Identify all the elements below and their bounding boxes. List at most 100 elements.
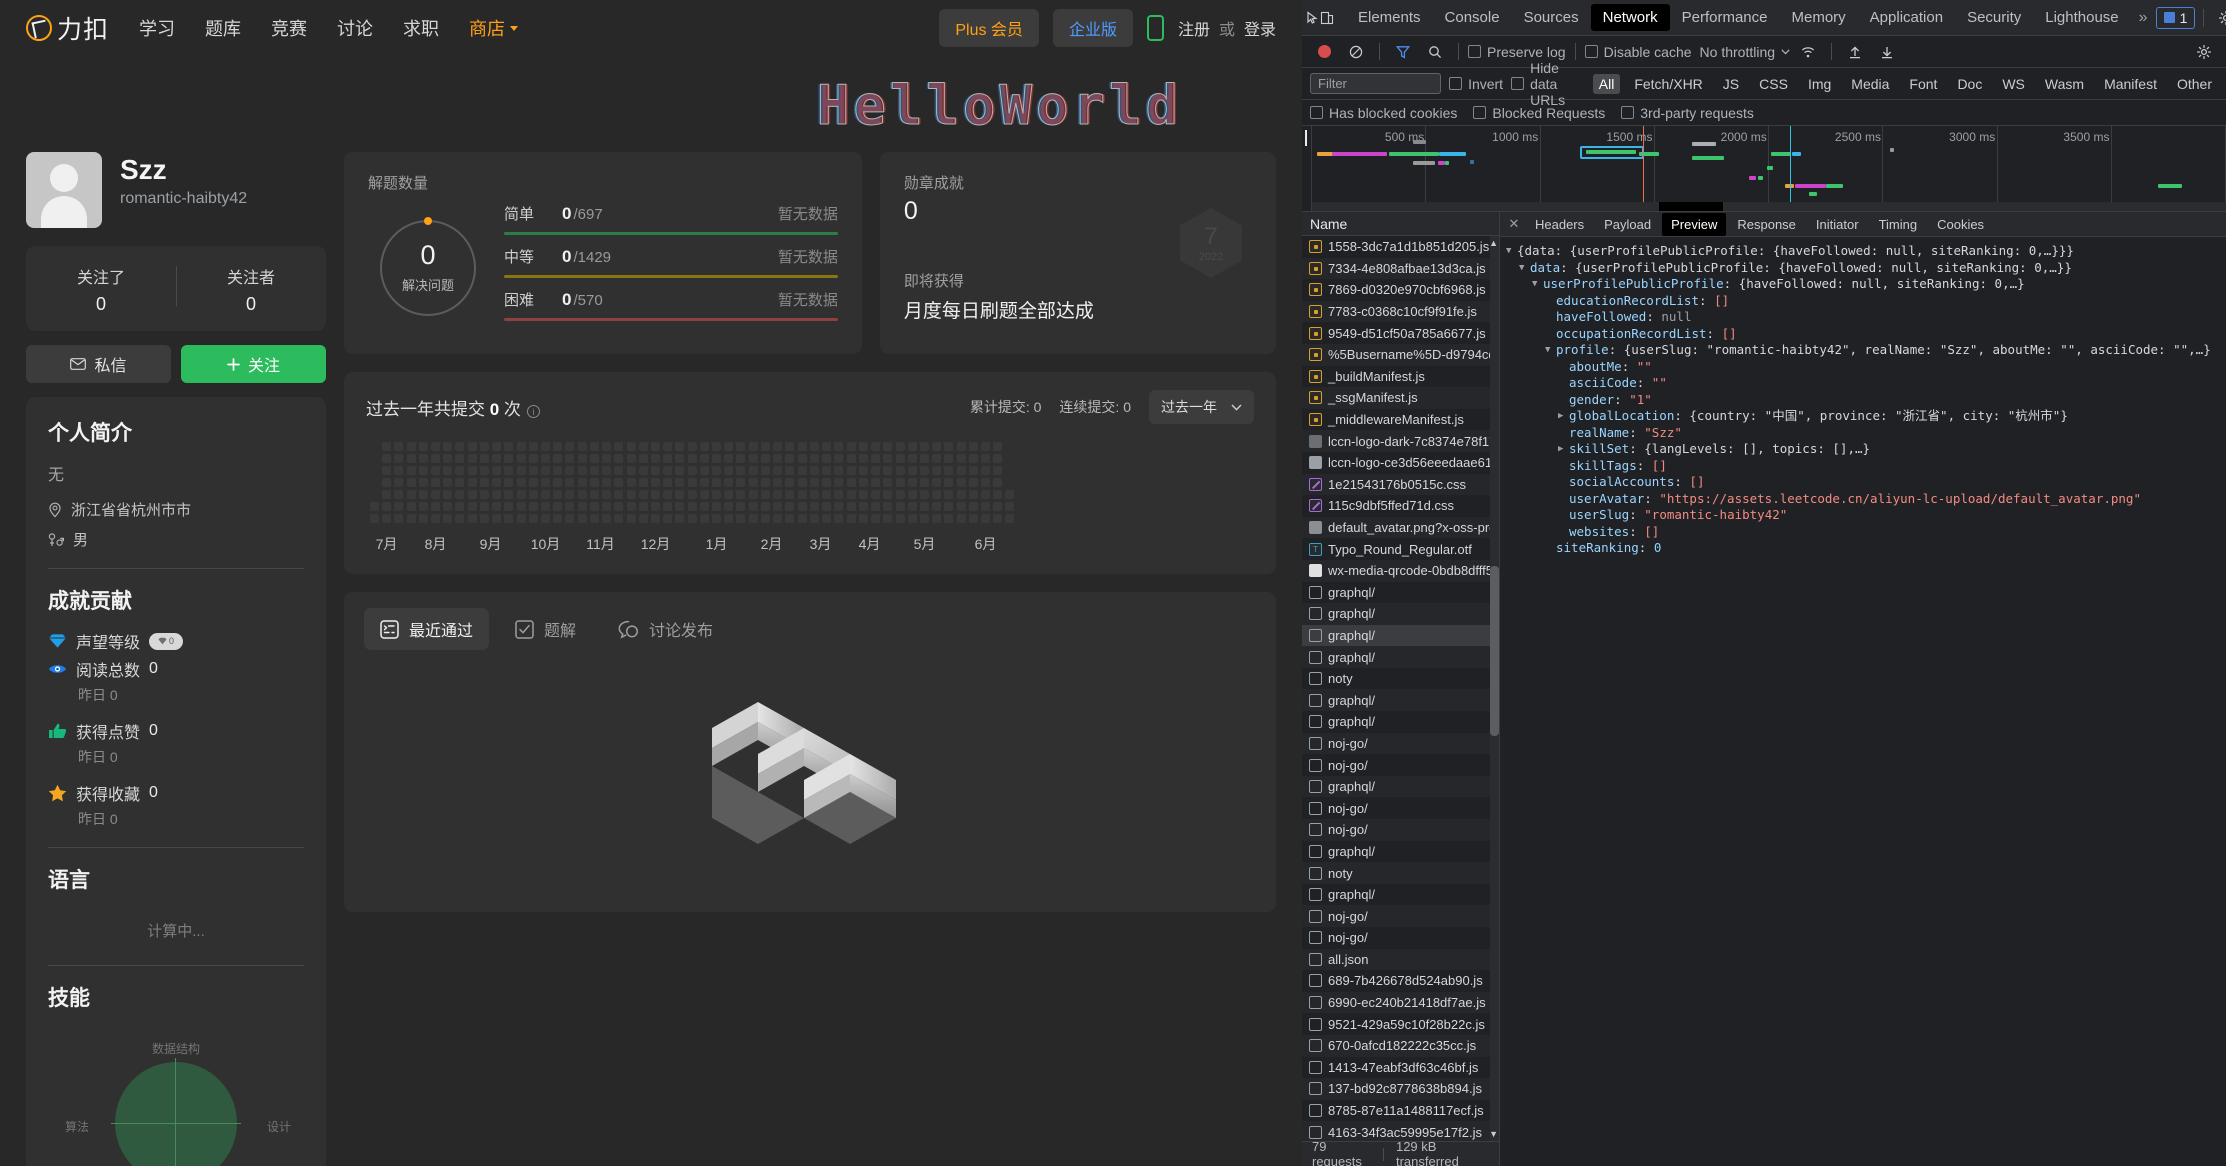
heatmap-cell[interactable] [394, 442, 403, 451]
heatmap-cell[interactable] [529, 490, 538, 499]
heatmap-cell[interactable] [431, 502, 440, 511]
heatmap-cell[interactable] [688, 454, 697, 463]
heatmap-cell[interactable] [639, 502, 648, 511]
request-row[interactable]: _buildManifest.js [1302, 366, 1499, 388]
heatmap-cell[interactable] [896, 490, 905, 499]
login-link[interactable]: 登录 [1244, 16, 1276, 40]
heatmap-cell[interactable] [639, 478, 648, 487]
heatmap-cell[interactable] [749, 502, 758, 511]
heatmap-cell[interactable] [578, 478, 587, 487]
heatmap-cell[interactable] [700, 502, 709, 511]
heatmap-cell[interactable] [614, 454, 623, 463]
request-row[interactable]: noj-go/ [1302, 927, 1499, 949]
following-stat[interactable]: 关注了 0 [26, 264, 176, 315]
heatmap-cell[interactable] [896, 466, 905, 475]
request-row[interactable]: 7869-d0320e970cbf6968.js [1302, 279, 1499, 301]
heatmap-cell[interactable] [749, 514, 758, 523]
devtools-tab-network[interactable]: Network [1590, 4, 1670, 31]
heatmap-cell[interactable] [370, 502, 379, 511]
mobile-app-icon[interactable] [1146, 15, 1164, 41]
heatmap-cell[interactable] [847, 502, 856, 511]
heatmap-cell[interactable] [908, 502, 917, 511]
heatmap-cell[interactable] [468, 502, 477, 511]
heatmap-cell[interactable] [614, 466, 623, 475]
heatmap-cell[interactable] [382, 442, 391, 451]
heatmap-cell[interactable] [785, 478, 794, 487]
heatmap-cell[interactable] [993, 478, 1002, 487]
heatmap-cell[interactable] [920, 442, 929, 451]
heatmap-cell[interactable] [847, 490, 856, 499]
enterprise-button[interactable]: 企业版 [1052, 9, 1133, 47]
json-line[interactable]: educationRecordList: [] [1506, 293, 2226, 310]
heatmap-cell[interactable] [920, 514, 929, 523]
heatmap-cell[interactable] [492, 502, 501, 511]
heatmap-cell[interactable] [969, 514, 978, 523]
heatmap-cell[interactable] [663, 514, 672, 523]
heatmap-cell[interactable] [785, 442, 794, 451]
request-row[interactable]: wx-media-qrcode-0bdb8dfff5 [1302, 559, 1499, 582]
toggle-device-toolbar-icon[interactable] [1320, 5, 1334, 31]
heatmap-cell[interactable] [590, 502, 599, 511]
heatmap-cell[interactable] [504, 478, 513, 487]
detail-tab-payload[interactable]: Payload [1595, 213, 1660, 236]
heatmap-cell[interactable] [810, 502, 819, 511]
disclosure-triangle-icon[interactable]: ▼ [1545, 342, 1556, 359]
heatmap-cell[interactable] [565, 490, 574, 499]
heatmap-cell[interactable] [981, 478, 990, 487]
request-row[interactable]: graphql/ [1302, 603, 1499, 625]
heatmap-cell[interactable] [602, 514, 611, 523]
heatmap-cell[interactable] [517, 514, 526, 523]
heatmap-cell[interactable] [822, 478, 831, 487]
nav-item-store[interactable]: 商店 [469, 15, 519, 41]
request-row[interactable]: 1413-47eabf3df63c46bf.js [1302, 1057, 1499, 1079]
heatmap-cell[interactable] [993, 442, 1002, 451]
heatmap-cell[interactable] [394, 478, 403, 487]
heatmap-cell[interactable] [896, 478, 905, 487]
request-row[interactable]: 8785-87e11a1488117ecf.js [1302, 1100, 1499, 1122]
json-line[interactable]: occupationRecordList: [] [1506, 326, 2226, 343]
nav-item-contest[interactable]: 竞赛 [271, 15, 307, 41]
heatmap-cell[interactable] [883, 466, 892, 475]
heatmap-cell[interactable] [749, 454, 758, 463]
heatmap-cell[interactable] [981, 514, 990, 523]
heatmap-cell[interactable] [883, 514, 892, 523]
heatmap-cell[interactable] [529, 502, 538, 511]
nav-item-problems[interactable]: 题库 [205, 15, 241, 41]
heatmap-cell[interactable] [578, 502, 587, 511]
heatmap-cell[interactable] [920, 490, 929, 499]
heatmap-cell[interactable] [455, 478, 464, 487]
heatmap-cell[interactable] [480, 490, 489, 499]
follow-button[interactable]: 关注 [181, 345, 326, 383]
scroll-down-arrow-icon[interactable]: ▼ [1489, 1129, 1498, 1139]
heatmap-cell[interactable] [773, 502, 782, 511]
heatmap-cell[interactable] [541, 514, 550, 523]
json-line[interactable]: siteRanking: 0 [1506, 540, 2226, 557]
request-row[interactable]: lccn-logo-dark-7c8374e78f17 [1302, 430, 1499, 452]
request-row[interactable]: default_avatar.png?x-oss-pro [1302, 516, 1499, 539]
json-line[interactable]: gender: "1" [1506, 392, 2226, 409]
request-row[interactable]: noj-go/ [1302, 732, 1499, 755]
tab-solutions[interactable]: 题解 [499, 608, 592, 650]
preserve-log-checkbox[interactable]: Preserve log [1468, 44, 1566, 60]
heatmap-cell[interactable] [504, 502, 513, 511]
heatmap-cell[interactable] [492, 466, 501, 475]
heatmap-cell[interactable] [932, 466, 941, 475]
request-row[interactable]: _middlewareManifest.js [1302, 409, 1499, 431]
heatmap-cell[interactable] [822, 454, 831, 463]
clear-button[interactable] [1342, 39, 1370, 65]
heatmap-cell[interactable] [1005, 502, 1014, 511]
heatmap-cell[interactable] [883, 502, 892, 511]
heatmap-cell[interactable] [627, 502, 636, 511]
heatmap-cell[interactable] [993, 514, 1002, 523]
heatmap-cell[interactable] [920, 502, 929, 511]
heatmap-cell[interactable] [407, 466, 416, 475]
request-row[interactable]: noty [1302, 862, 1499, 884]
message-button[interactable]: 私信 [26, 345, 171, 383]
heatmap-cell[interactable] [993, 466, 1002, 475]
heatmap-cell[interactable] [712, 514, 721, 523]
heatmap-cell[interactable] [529, 478, 538, 487]
request-row[interactable]: noj-go/ [1302, 754, 1499, 776]
devtools-tab-security[interactable]: Security [1955, 4, 2033, 31]
heatmap-cell[interactable] [590, 514, 599, 523]
request-row[interactable]: 6990-ec240b21418df7ae.js [1302, 991, 1499, 1014]
